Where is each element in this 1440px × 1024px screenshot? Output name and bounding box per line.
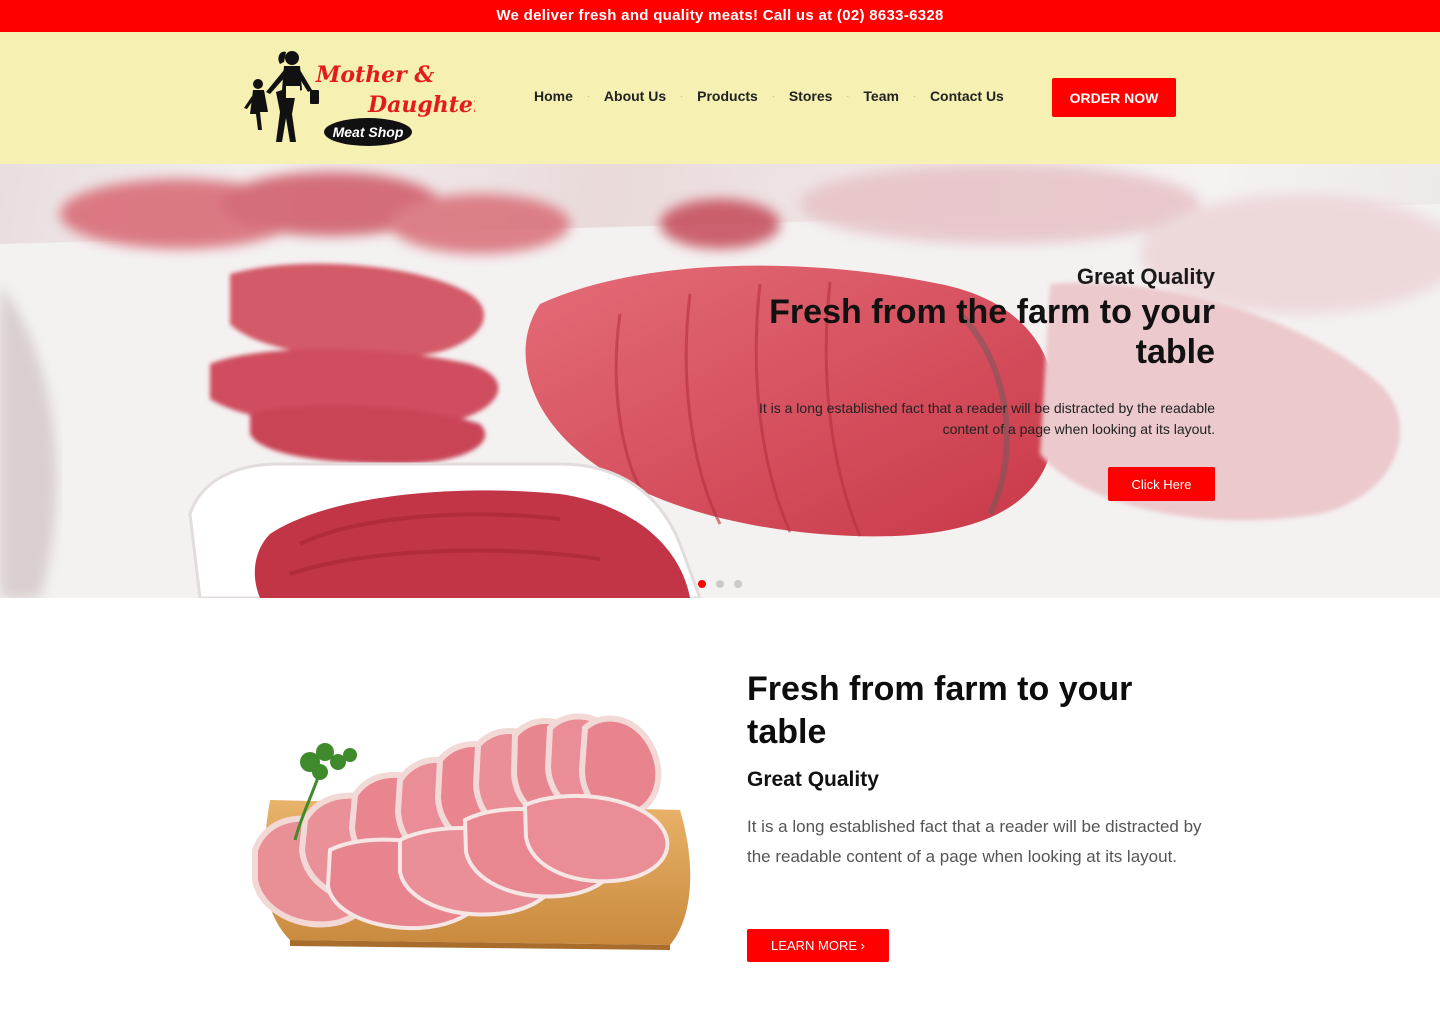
hero-background-image — [0, 164, 1440, 598]
main-nav: Home · About Us · Products · Stores · Te… — [520, 76, 1018, 116]
slider-dot-3[interactable] — [734, 580, 742, 588]
logo-text-line2: Daughter — [367, 92, 475, 118]
announcement-bar: We deliver fresh and quality meats! Call… — [0, 0, 1440, 32]
nav-home[interactable]: Home — [520, 88, 587, 104]
nav-team[interactable]: Team — [849, 88, 913, 104]
slider-dot-1[interactable] — [698, 580, 706, 588]
nav-contact-us[interactable]: Contact Us — [916, 88, 1018, 104]
click-here-button[interactable]: Click Here — [1108, 467, 1215, 501]
feature-title: Fresh from farm to your table — [747, 670, 1133, 751]
learn-more-button[interactable]: LEARN MORE › — [747, 929, 889, 962]
logo[interactable]: Mother & Daughter Meat Shop — [240, 46, 475, 150]
logo-text-line1: Mother & — [315, 62, 434, 88]
hero-description: It is a long established fact that a rea… — [758, 400, 1215, 437]
pork-chops-image — [252, 713, 691, 950]
nav-about-us[interactable]: About Us — [590, 88, 680, 104]
slider-dot-2[interactable] — [716, 580, 724, 588]
feature-subtitle: Great Quality — [747, 768, 879, 791]
hero-slider: Great Quality Fresh from the farm to you… — [0, 164, 1440, 598]
hero-title: Fresh from the farm to your table — [769, 293, 1215, 371]
logo-badge-text: Meat Shop — [333, 124, 404, 140]
order-now-button[interactable]: ORDER NOW — [1052, 78, 1176, 117]
hero-subtitle: Great Quality — [1076, 264, 1215, 289]
nav-stores[interactable]: Stores — [775, 88, 847, 104]
slider-pagination — [698, 580, 742, 588]
site-header: Mother & Daughter Meat Shop Home · About… — [0, 32, 1440, 164]
nav-products[interactable]: Products — [683, 88, 772, 104]
feature-description: It is a long established fact that a rea… — [747, 817, 1202, 866]
